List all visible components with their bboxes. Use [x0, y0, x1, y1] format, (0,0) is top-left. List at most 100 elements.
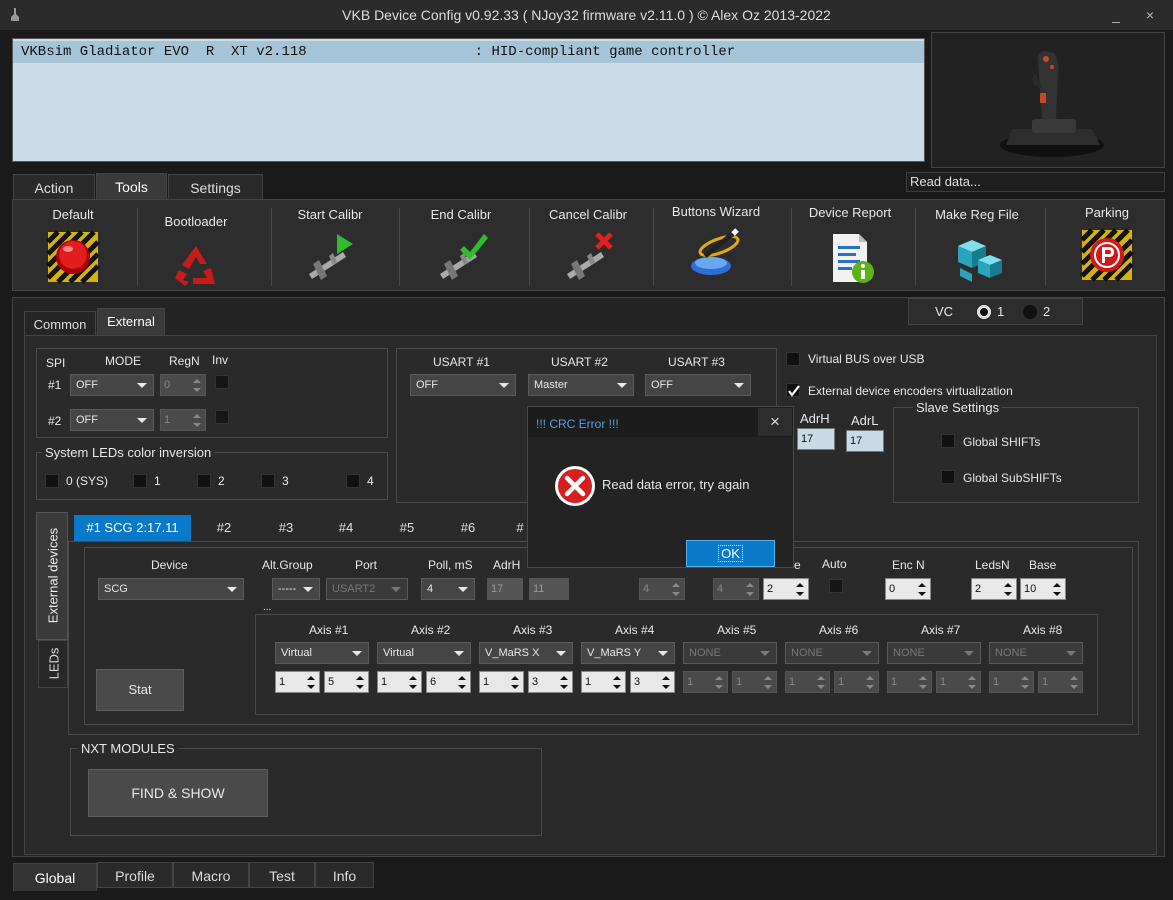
- axis-select[interactable]: NONE: [989, 642, 1083, 664]
- axis-spinner-b[interactable]: 5: [324, 671, 369, 693]
- virtual-bus-checkbox[interactable]: [786, 352, 800, 366]
- axis-spinner-a[interactable]: 1: [581, 671, 626, 693]
- axis-spinner-b[interactable]: 1: [936, 671, 981, 693]
- stat-button[interactable]: Stat: [96, 669, 184, 711]
- led-inv-2-checkbox[interactable]: [197, 474, 211, 488]
- adrl-input[interactable]: 17: [846, 430, 884, 452]
- axis-spinner-b[interactable]: 3: [630, 671, 675, 693]
- axis-select[interactable]: NONE: [683, 642, 777, 664]
- global-subshifts-checkbox[interactable]: [941, 470, 955, 484]
- vc-option-1: 1: [997, 304, 1005, 319]
- find-show-button[interactable]: FIND & SHOW: [88, 769, 268, 817]
- bootloader-button[interactable]: Bootloader: [141, 200, 251, 292]
- led-inv-3-checkbox[interactable]: [261, 474, 275, 488]
- adrl-dev-input[interactable]: 11: [529, 578, 569, 600]
- adrh-dev-input[interactable]: 17: [487, 578, 523, 600]
- axis-spinner-a[interactable]: 1: [785, 671, 830, 693]
- tab-common[interactable]: Common: [24, 311, 96, 336]
- start-calibr-button[interactable]: Start Calibr: [275, 200, 385, 292]
- axis-spinner-b[interactable]: 1: [834, 671, 879, 693]
- side-tab-external-devices[interactable]: External devices: [36, 512, 68, 640]
- spi2-mode-select[interactable]: OFF: [70, 409, 154, 431]
- axis-select[interactable]: Virtual: [377, 642, 471, 664]
- usart1-select[interactable]: OFF: [410, 374, 516, 396]
- tab-profile[interactable]: Profile: [97, 862, 173, 888]
- vc-radio-1[interactable]: [977, 305, 991, 319]
- axis-spinner-a[interactable]: 1: [887, 671, 932, 693]
- usart2-select[interactable]: Master: [528, 374, 634, 396]
- led-inv-0-checkbox[interactable]: [45, 474, 59, 488]
- cancel-calibr-button[interactable]: Cancel Calibr: [533, 200, 643, 292]
- axis-select[interactable]: V_MaRS X: [479, 642, 573, 664]
- poll-select[interactable]: 4: [421, 578, 475, 600]
- tab-global[interactable]: Global: [13, 863, 97, 891]
- tab-scg-1[interactable]: #1 SCG 2:17.11: [74, 515, 191, 541]
- spi2-regn-spinner[interactable]: 1: [160, 409, 206, 431]
- tab-scg-4[interactable]: #4: [325, 515, 367, 541]
- toolbar-separator: [653, 208, 654, 286]
- buttons-wizard-button[interactable]: Buttons Wizard: [658, 200, 774, 292]
- tab-scg-6[interactable]: #6: [447, 515, 489, 541]
- auto-checkbox[interactable]: [829, 579, 843, 593]
- default-button[interactable]: Default: [13, 200, 133, 292]
- encn-spinner[interactable]: 0: [885, 578, 931, 600]
- dev-spinner-a[interactable]: 4: [639, 578, 685, 600]
- axis-spinner-a[interactable]: 1: [377, 671, 422, 693]
- axis-spinner-b-value: 1: [838, 676, 845, 688]
- axis-spinner-a[interactable]: 1: [479, 671, 524, 693]
- caliper-check-icon: [434, 230, 488, 284]
- dialog-close-button[interactable]: ×: [758, 408, 792, 436]
- spi1-inv-checkbox[interactable]: [215, 375, 229, 389]
- side-tab-leds[interactable]: LEDs: [38, 640, 68, 688]
- device-select[interactable]: SCG: [98, 578, 244, 600]
- axis-spinner-b[interactable]: 1: [1038, 671, 1083, 693]
- tab-action[interactable]: Action: [13, 174, 95, 200]
- vc-radio-2[interactable]: [1023, 305, 1037, 319]
- axis-spinner-b[interactable]: 1: [732, 671, 777, 693]
- ledsn-spinner[interactable]: 2: [971, 578, 1017, 600]
- device-list-row[interactable]: VKBsim Gladiator EVO R XT v2.118 : HID-c…: [13, 41, 924, 63]
- dev-spinner-c[interactable]: 2: [763, 578, 809, 600]
- axis-spinner-a[interactable]: 1: [275, 671, 320, 693]
- axis-select[interactable]: V_MaRS Y: [581, 642, 675, 664]
- tab-external[interactable]: External: [97, 308, 165, 336]
- axis-select[interactable]: NONE: [887, 642, 981, 664]
- dev-spinner-b[interactable]: 4: [713, 578, 759, 600]
- tab-scg-3[interactable]: #3: [265, 515, 307, 541]
- tab-scg-7[interactable]: #: [513, 515, 527, 541]
- tab-tools[interactable]: Tools: [96, 173, 167, 199]
- device-report-button[interactable]: Device Report: [795, 200, 905, 292]
- port-select[interactable]: USART2: [326, 578, 408, 600]
- axis-spinner-a[interactable]: 1: [989, 671, 1034, 693]
- led-inv-1-checkbox[interactable]: [133, 474, 147, 488]
- tab-scg-2[interactable]: #2: [203, 515, 245, 541]
- axis-spinner-a[interactable]: 1: [683, 671, 728, 693]
- adrh-input[interactable]: 17: [797, 428, 835, 450]
- axis-select[interactable]: Virtual: [275, 642, 369, 664]
- tab-info[interactable]: Info: [315, 862, 374, 888]
- usart3-select[interactable]: OFF: [645, 374, 751, 396]
- tab-settings[interactable]: Settings: [168, 174, 263, 200]
- base-spinner[interactable]: 10: [1020, 578, 1066, 600]
- end-calibr-button[interactable]: End Calibr: [403, 200, 519, 292]
- tab-test[interactable]: Test: [249, 862, 315, 888]
- spi1-regn-spinner[interactable]: 0: [160, 374, 206, 396]
- altgroup-select[interactable]: -----: [272, 578, 320, 600]
- axis-spinner-b[interactable]: 3: [528, 671, 573, 693]
- report-document-icon: [823, 230, 877, 284]
- global-shifts-checkbox[interactable]: [941, 434, 955, 448]
- spi1-mode-select[interactable]: OFF: [70, 374, 154, 396]
- minimize-button[interactable]: _: [1101, 0, 1131, 30]
- dialog-ok-button[interactable]: OK: [686, 540, 775, 567]
- parking-button[interactable]: Parking: [1049, 200, 1165, 292]
- close-window-button[interactable]: ×: [1135, 0, 1165, 30]
- device-list[interactable]: VKBsim Gladiator EVO R XT v2.118 : HID-c…: [12, 38, 925, 162]
- spi2-inv-checkbox[interactable]: [215, 410, 229, 424]
- tab-macro[interactable]: Macro: [173, 862, 249, 888]
- ext-encoders-checkbox[interactable]: [786, 383, 800, 397]
- axis-select[interactable]: NONE: [785, 642, 879, 664]
- led-inv-4-checkbox[interactable]: [346, 474, 360, 488]
- tab-scg-5[interactable]: #5: [386, 515, 428, 541]
- axis-spinner-b[interactable]: 6: [426, 671, 471, 693]
- make-reg-file-button[interactable]: Make Reg File: [919, 200, 1035, 292]
